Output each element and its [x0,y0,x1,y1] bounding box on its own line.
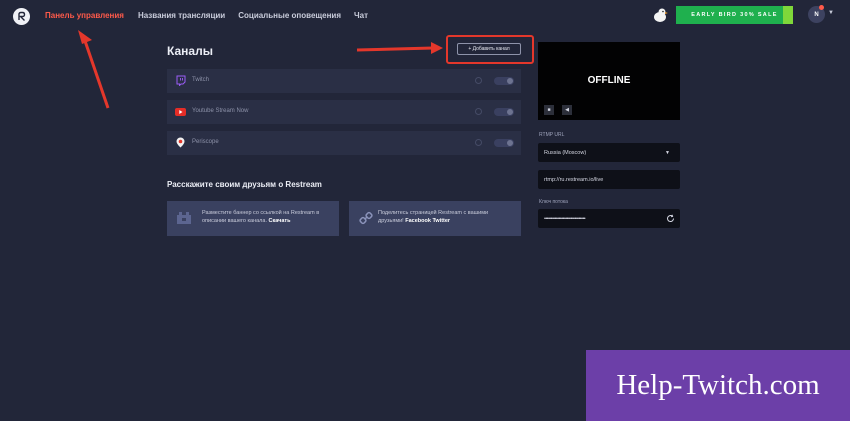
share-card-text: Разместите баннер со ссылкой на Restream… [202,209,334,225]
share-card-text: Поделитесь страницей Restream с вашими д… [378,209,510,225]
channel-toggle[interactable] [494,139,514,147]
annotation-arrow-dashboard [82,37,110,109]
channel-name: Periscope [192,139,219,145]
link-icon [358,211,374,225]
chevron-down-icon[interactable]: ▼ [828,10,834,16]
chevron-down-icon: ▼ [665,150,670,156]
rtmp-url-value: rtmp://ru.restream.io/live [544,176,604,183]
channel-radio[interactable] [475,77,482,84]
main-nav: Панель управления Названия трансляции Со… [45,11,368,20]
annotation-highlight-box [446,35,534,64]
channels-title: Каналы [167,44,213,58]
channel-row-periscope[interactable]: Periscope [167,131,521,155]
share-card-description: Разместите баннер со ссылкой на Restream… [202,210,320,224]
notification-dot-icon [819,5,824,10]
twitch-icon [175,75,186,86]
rtmp-url-label: RTMP URL [539,132,565,138]
periscope-icon [175,137,186,148]
watermark-text: Help-Twitch.com [616,369,820,401]
youtube-icon [175,106,186,117]
nav-item-stream-titles[interactable]: Названия трансляции [138,11,225,20]
top-navigation-bar: Панель управления Названия трансляции Со… [0,0,850,32]
annotation-arrowhead [78,30,92,44]
share-title: Расскажите своим друзьям о Restream [167,180,322,189]
channel-name: Youtube Stream Now [192,108,249,114]
bird-mascot-icon [651,6,669,24]
watermark: Help-Twitch.com [586,350,850,421]
nav-item-chat[interactable]: Чат [354,11,368,20]
annotation-arrowhead [431,42,443,54]
banner-icon [176,211,192,225]
share-card-banner: Разместите баннер со ссылкой на Restream… [167,201,339,236]
nav-item-dashboard[interactable]: Панель управления [45,11,124,20]
nav-item-social-alerts[interactable]: Социальные оповещения [238,11,341,20]
server-select[interactable]: Russia (Moscow) ▼ [538,143,680,162]
channel-radio[interactable] [475,139,482,146]
stop-button[interactable]: ■ [544,105,554,115]
channel-name: Twitch [192,77,210,83]
share-card-social: Поделитесь страницей Restream с вашими д… [349,201,521,236]
channel-toggle[interactable] [494,108,514,116]
channel-toggle[interactable] [494,77,514,85]
promo-banner-button[interactable]: EARLY BIRD 30% SALE [676,6,793,24]
annotation-arrow-add-channel [356,46,434,52]
channel-row-youtube[interactable]: Youtube Stream Now [167,100,521,124]
download-link[interactable]: Скачать [269,218,291,224]
stream-key-field[interactable]: ••••••••••••••••••••••••••••••• [538,209,680,228]
stream-status: OFFLINE [587,75,631,86]
stream-key-label: Ключ потока [539,199,568,205]
stream-key-value: ••••••••••••••••••••••••••••••• [544,215,586,222]
channel-row-twitch[interactable]: Twitch [167,69,521,93]
restream-logo-icon[interactable] [13,8,30,25]
channel-radio[interactable] [475,108,482,115]
rtmp-url-field[interactable]: rtmp://ru.restream.io/live [538,170,680,189]
server-select-value: Russia (Moscow) [544,149,587,156]
volume-icon[interactable]: ◀ [562,105,572,115]
refresh-icon[interactable] [666,214,675,223]
social-share-links[interactable]: Facebook Twitter [405,218,450,224]
